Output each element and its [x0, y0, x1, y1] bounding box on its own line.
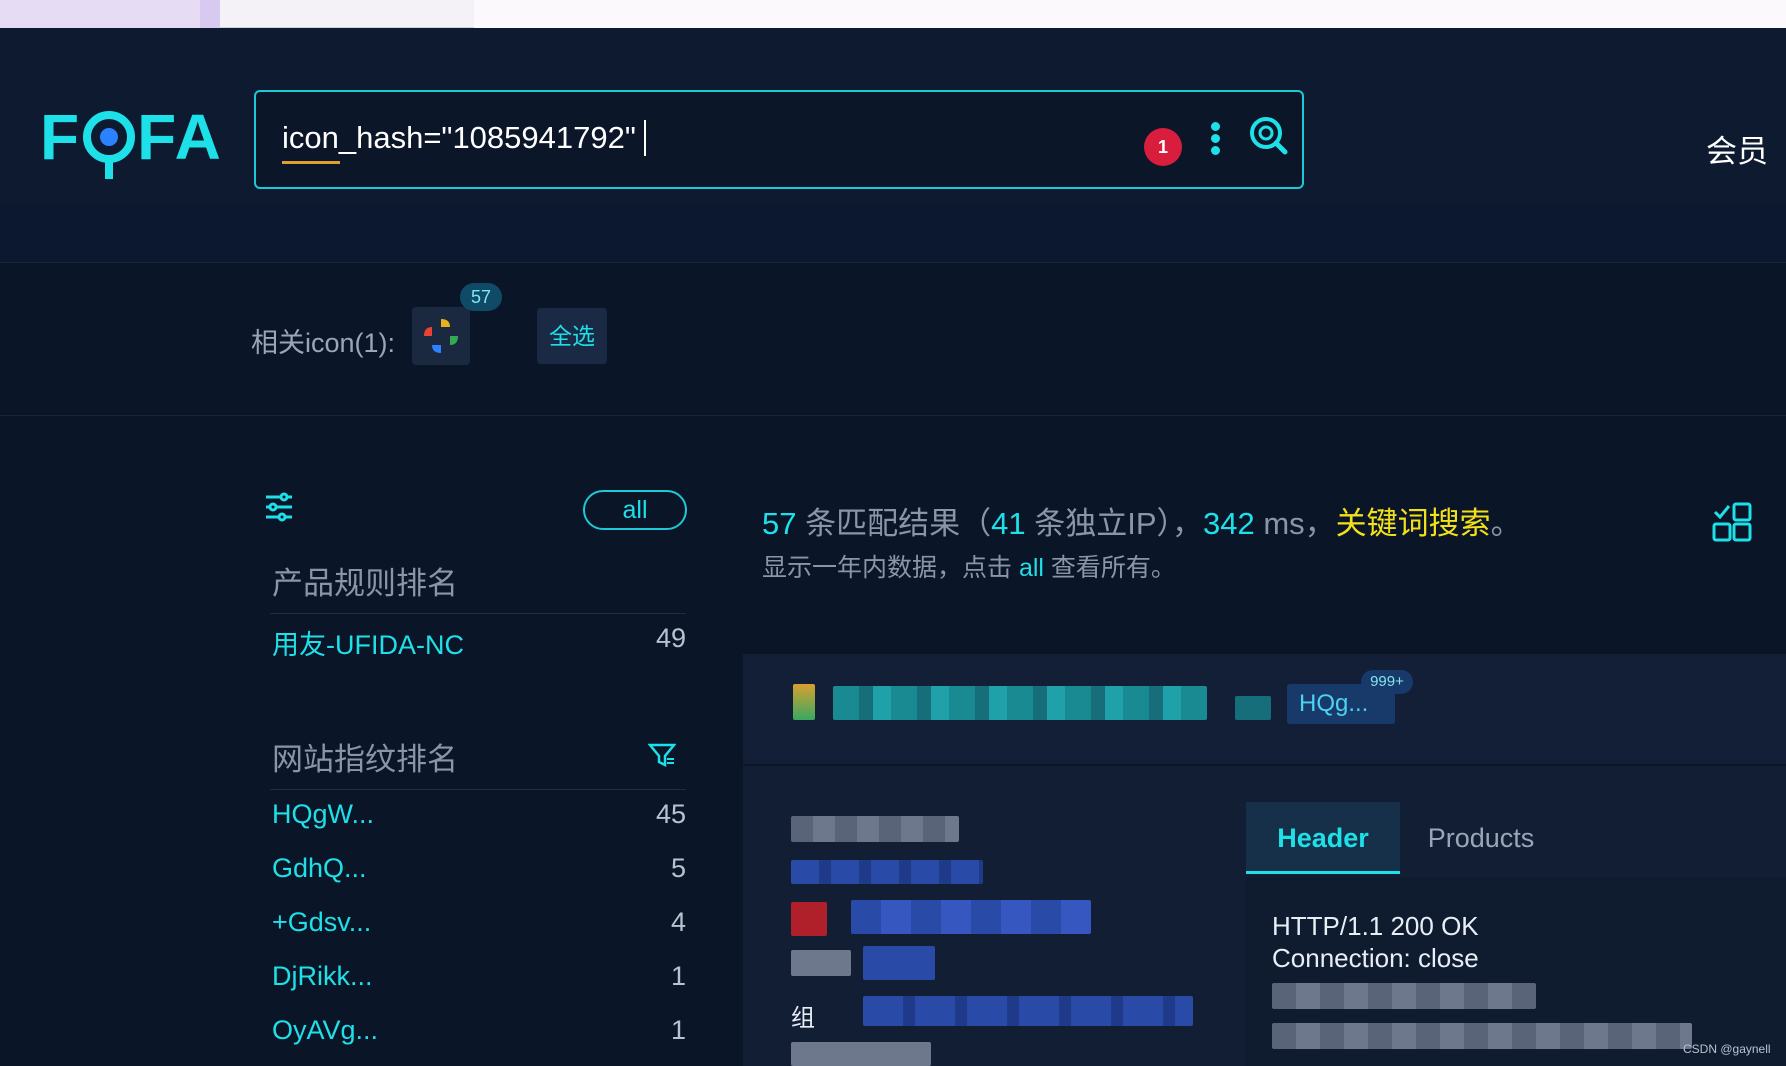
- fingerprint-count: 4: [670, 907, 686, 937]
- product-count: 49: [655, 623, 686, 653]
- search-query-text: icon_hash="1085941792": [282, 120, 636, 155]
- result-card-header: HQg... 999+: [743, 654, 1786, 766]
- logo-o-icon: [83, 111, 136, 179]
- favicon-tile[interactable]: [412, 307, 470, 365]
- divider: [270, 789, 686, 790]
- search-input[interactable]: icon_hash="1085941792": [282, 120, 636, 164]
- select-all-button[interactable]: 全选: [537, 308, 607, 364]
- header-content: HTTP/1.1 200 OK Connection: close: [1246, 877, 1786, 1066]
- result-card: HQg... 999+ 组 Header Products HTTP/1.1 2…: [743, 654, 1786, 1066]
- total-count: 57: [762, 506, 797, 541]
- detail-tabs: Header Products: [1246, 802, 1786, 874]
- fingerprint-row[interactable]: GdhQ... 5: [272, 853, 686, 893]
- search-box[interactable]: icon_hash="1085941792" 1: [254, 90, 1304, 189]
- redacted-ip: [791, 816, 959, 842]
- summary-text: 条独立IP），: [1025, 506, 1203, 541]
- http-status-line: HTTP/1.1 200 OK: [1272, 911, 1479, 941]
- all-link[interactable]: all: [1019, 554, 1044, 582]
- tab-products[interactable]: Products: [1406, 802, 1556, 874]
- product-ranking-title: 产品规则排名: [272, 566, 458, 601]
- fingerprint-count: 1: [670, 961, 686, 991]
- divider: [270, 613, 686, 614]
- fingerprint-name[interactable]: OyAVg...: [272, 1015, 378, 1046]
- fingerprint-row[interactable]: DjRikk... 1: [272, 961, 686, 1001]
- funnel-icon[interactable]: [648, 742, 676, 768]
- redacted-host[interactable]: [833, 686, 1207, 720]
- query-time: 342: [1203, 506, 1255, 541]
- related-icons-row: 相关icon(1): 57 全选: [0, 263, 1786, 416]
- fingerprint-name[interactable]: DjRikk...: [272, 961, 373, 992]
- redacted-location[interactable]: [851, 900, 1091, 934]
- pinwheel-icon: [424, 319, 458, 353]
- redacted-org[interactable]: [863, 996, 1193, 1026]
- redacted-value[interactable]: [863, 946, 935, 980]
- summary-text: ms，: [1254, 506, 1336, 541]
- more-options-icon[interactable]: [1206, 120, 1224, 158]
- fingerprint-row[interactable]: HQgW... 45: [272, 799, 686, 839]
- http-connection-line: Connection: close: [1272, 943, 1479, 973]
- fingerprint-name[interactable]: HQgW...: [272, 799, 374, 830]
- sliders-icon[interactable]: [264, 492, 294, 522]
- fingerprint-ranking-title: 网站指纹排名: [272, 742, 458, 777]
- summary-text: 。: [1490, 506, 1522, 541]
- site-favicon: [793, 684, 815, 720]
- fingerprint-count: 45: [655, 799, 686, 829]
- redacted-date: [791, 1042, 931, 1066]
- fingerprint-count: 1: [670, 1015, 686, 1045]
- fingerprint-name[interactable]: +Gdsv...: [272, 907, 371, 938]
- browser-tab-bar: [0, 0, 1786, 28]
- product-row[interactable]: 用友-UFIDA-NC 49: [272, 623, 686, 663]
- left-filter-panel: all 产品规则排名 用友-UFIDA-NC 49 网站指纹排名 HQgW...…: [260, 488, 690, 1066]
- fingerprint-name[interactable]: GdhQ...: [272, 853, 367, 884]
- header-band: [0, 203, 1786, 263]
- fofa-logo[interactable]: F FA: [40, 100, 223, 179]
- product-name[interactable]: 用友-UFIDA-NC: [272, 623, 464, 662]
- browser-tab-divider: [200, 0, 220, 28]
- watermark: CSDN @gaynell: [1683, 1042, 1771, 1056]
- redacted-label: [791, 950, 851, 976]
- site-header: F FA icon_hash="1085941792" 1 会员: [0, 28, 1786, 203]
- spellcheck-underline: [282, 161, 340, 164]
- subtext: 查看所有。: [1043, 554, 1176, 582]
- logo-letter-f: F: [40, 101, 82, 173]
- result-subtext: 显示一年内数据，点击 all 查看所有。: [762, 548, 1176, 584]
- logo-letters-fa: FA: [137, 101, 223, 173]
- subtext: 显示一年内数据，点击: [762, 554, 1019, 582]
- tab-header[interactable]: Header: [1246, 802, 1400, 874]
- fingerprint-count: 5: [670, 853, 686, 883]
- chip-count-badge: 999+: [1361, 670, 1413, 694]
- redacted-header-line: [1272, 1023, 1692, 1049]
- summary-text: 条匹配结果（: [796, 506, 992, 541]
- redacted-link[interactable]: [791, 860, 983, 884]
- fingerprint-row[interactable]: +Gdsv... 4: [272, 907, 686, 947]
- text-caret: [644, 120, 646, 156]
- member-link[interactable]: 会员: [1706, 126, 1768, 171]
- layout-grid-icon[interactable]: [1712, 502, 1754, 544]
- error-badge[interactable]: 1: [1144, 128, 1182, 166]
- flag-icon: [791, 902, 827, 936]
- redacted-header-line: [1272, 983, 1536, 1009]
- keyword-search-link[interactable]: 关键词搜索: [1336, 506, 1491, 541]
- address-bar[interactable]: [474, 0, 1786, 28]
- all-toggle-button[interactable]: all: [583, 490, 687, 530]
- row-label: 组: [791, 1005, 815, 1032]
- related-icons-label: 相关icon(1):: [251, 328, 396, 358]
- browser-tab[interactable]: [0, 0, 200, 28]
- search-icon[interactable]: [1246, 114, 1290, 158]
- redacted-text: [1235, 696, 1271, 720]
- icon-count-badge: 57: [460, 283, 502, 311]
- result-summary: 57 条匹配结果（41 条独立IP），342 ms，关键词搜索。: [762, 498, 1522, 543]
- unique-ip-count: 41: [991, 506, 1026, 541]
- fingerprint-row[interactable]: OyAVg... 1: [272, 1015, 686, 1055]
